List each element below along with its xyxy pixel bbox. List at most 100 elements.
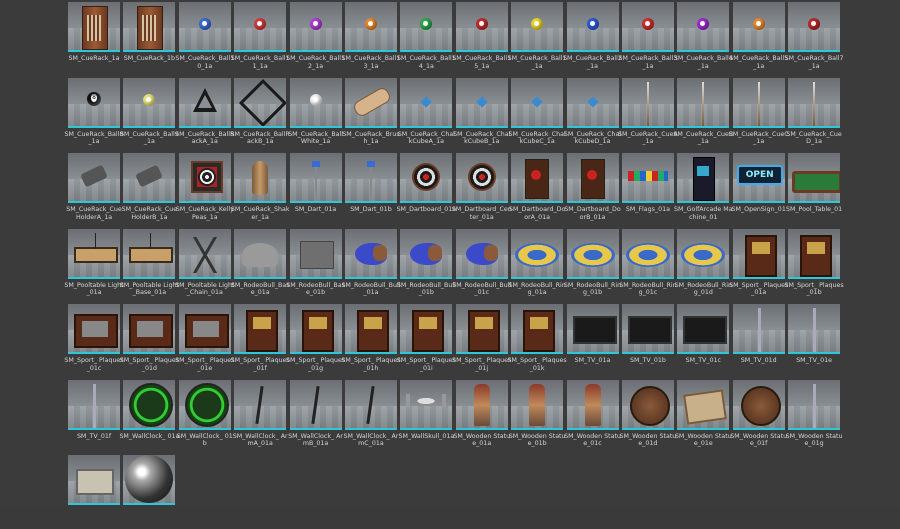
asset-tile[interactable]: SM_Dart_01b — [344, 151, 397, 226]
asset-tile[interactable]: SM_Sport_ Plaques_01f — [231, 302, 290, 377]
asset-tile[interactable]: SM_CueRack_Ball11_1a — [231, 0, 290, 75]
asset-thumbnail[interactable] — [788, 379, 841, 428]
asset-thumbnail[interactable] — [344, 304, 397, 352]
asset-thumbnail[interactable] — [178, 304, 231, 352]
asset-thumbnail[interactable] — [511, 379, 564, 428]
asset-tile[interactable]: SM_Flags_01a — [621, 151, 674, 226]
asset-tile[interactable]: SM_TV_01a — [566, 302, 619, 377]
asset-thumbnail[interactable] — [677, 2, 730, 50]
asset-thumbnail[interactable] — [68, 455, 120, 503]
asset-thumbnail[interactable] — [400, 77, 453, 126]
asset-thumbnail[interactable] — [455, 304, 508, 352]
asset-thumbnail[interactable] — [68, 379, 120, 428]
asset-tile[interactable]: SM_CueRack_ChalkCubeD_1a — [564, 76, 621, 151]
asset-thumbnail[interactable] — [123, 77, 176, 126]
asset-thumbnail[interactable] — [732, 304, 785, 352]
asset-tile[interactable]: SM_WallClock_ 01b — [177, 378, 233, 453]
asset-thumbnail[interactable] — [344, 379, 397, 428]
asset-tile[interactable]: SM_Sport_ Plaques_01g — [286, 302, 345, 377]
asset-tile[interactable]: SM_TV_01b — [621, 302, 674, 377]
asset-tile[interactable]: SM_Wooden Statue_01f — [730, 378, 787, 453]
asset-thumbnail[interactable] — [289, 77, 342, 126]
asset-thumbnail[interactable] — [234, 2, 287, 50]
asset-thumbnail[interactable] — [178, 153, 231, 201]
asset-thumbnail[interactable] — [621, 379, 674, 428]
asset-thumbnail[interactable] — [289, 379, 342, 428]
asset-tile[interactable]: SM_TV_01f — [68, 378, 120, 453]
asset-tile[interactable]: SM_CueRack_CueA_1a — [618, 76, 678, 151]
asset-thumbnail[interactable] — [455, 228, 508, 277]
asset-thumbnail[interactable] — [511, 153, 564, 201]
asset-tile[interactable]: SM_Pooltable Light_01a — [64, 227, 124, 302]
asset-tile[interactable]: SM_CueRack_Ball4_1a — [674, 0, 733, 75]
asset-thumbnail[interactable] — [400, 2, 453, 50]
asset-tile[interactable]: SM_CueRack_Ball15_1a — [452, 0, 511, 75]
asset-tile[interactable] — [68, 453, 120, 528]
asset-tile[interactable]: SM_Wooden Statue_01d — [620, 378, 676, 453]
asset-tile[interactable]: SM_CueRack_ChalkCubeA_1a — [398, 76, 455, 151]
asset-thumbnail[interactable] — [344, 228, 397, 277]
asset-tile[interactable]: SM_CueRack_1b — [123, 0, 176, 75]
asset-tile[interactable]: SM_CueRack_Ball14_1a — [397, 0, 456, 75]
asset-thumbnail[interactable] — [344, 2, 397, 50]
asset-thumbnail[interactable] — [732, 77, 785, 126]
asset-thumbnail[interactable] — [677, 77, 730, 126]
asset-tile[interactable]: SM_Sport_ Plaques_01j — [452, 302, 511, 377]
asset-thumbnail[interactable] — [123, 228, 176, 277]
asset-tile[interactable]: SM_WallClock_ ArmA_01a — [233, 378, 288, 453]
asset-tile[interactable]: SM_CueRack_CueD_1a — [786, 76, 842, 151]
asset-thumbnail[interactable] — [566, 304, 619, 352]
asset-tile[interactable]: SM_RodeoBull_Base_01a — [231, 227, 290, 302]
asset-thumbnail[interactable] — [621, 2, 674, 50]
asset-thumbnail[interactable] — [455, 379, 508, 428]
asset-tile[interactable]: SM_CueRack_Ball12_1a — [286, 0, 345, 75]
asset-thumbnail[interactable] — [289, 228, 342, 277]
asset-tile[interactable]: SM_CueRack_1a — [68, 0, 120, 75]
asset-thumbnail[interactable] — [788, 153, 841, 201]
asset-tile[interactable]: SM_Sport_ Plaques_01c — [64, 302, 124, 377]
asset-thumbnail[interactable] — [234, 228, 287, 277]
asset-tile[interactable]: SM_CueRack_Ball9_1a — [120, 76, 179, 151]
asset-tile[interactable]: SM_Wooden Statue_01e — [675, 378, 732, 453]
asset-tile[interactable]: SM_GolfArcade Machine_01 — [674, 151, 733, 226]
asset-thumbnail[interactable] — [178, 2, 231, 50]
asset-tile[interactable]: SM_RodeoBull_Ring_01b — [564, 227, 621, 302]
asset-thumbnail[interactable] — [566, 2, 619, 50]
asset-tile[interactable]: SM_RodeoBull_Ring_01d — [675, 227, 732, 302]
asset-thumbnail[interactable] — [455, 77, 508, 126]
asset-tile[interactable]: SM_CueRack_Shaker_1a — [231, 151, 290, 226]
asset-thumbnail[interactable] — [621, 228, 674, 277]
asset-thumbnail[interactable] — [677, 228, 730, 277]
asset-tile[interactable]: SM_WallClock_ ArmB_01a — [288, 378, 343, 453]
asset-tile[interactable]: SM_Wooden Statue_01c — [564, 378, 621, 453]
asset-thumbnail[interactable] — [788, 2, 841, 50]
asset-thumbnail[interactable] — [234, 379, 287, 428]
asset-tile[interactable]: SM_TV_01e — [788, 302, 841, 377]
asset-thumbnail[interactable]: OPEN — [732, 153, 785, 201]
asset-thumbnail[interactable] — [455, 153, 508, 201]
asset-thumbnail[interactable] — [400, 228, 453, 277]
asset-tile[interactable]: SM_Sport_ Plaques_01d — [120, 302, 179, 377]
asset-tile[interactable]: OPEN SM_OpenSign_01 — [732, 151, 786, 226]
asset-thumbnail[interactable] — [400, 379, 453, 428]
asset-tile[interactable]: SM_TV_01c — [677, 302, 730, 377]
asset-thumbnail[interactable] — [511, 2, 564, 50]
asset-thumbnail[interactable] — [234, 304, 287, 352]
asset-tile[interactable]: SM_RodeoBull_Bull_01c — [452, 227, 511, 302]
asset-tile[interactable]: SM_Sport_ Plaques_01b — [784, 227, 844, 302]
asset-thumbnail[interactable] — [123, 455, 176, 503]
asset-tile[interactable]: SM_RodeoBull_Ring_01a — [508, 227, 566, 302]
asset-thumbnail[interactable] — [566, 77, 619, 126]
asset-tile[interactable]: SM_CueRack_CueHolderB_1a — [122, 151, 177, 226]
asset-tile[interactable]: SM_Sport_ Plaques_01h — [341, 302, 401, 377]
asset-tile[interactable]: SM_CueRack_Ball13_1a — [342, 0, 400, 75]
asset-tile[interactable]: SM_CueRack_BallRackA_1a — [175, 76, 234, 151]
asset-thumbnail[interactable] — [123, 2, 176, 50]
asset-thumbnail[interactable] — [68, 77, 120, 126]
asset-tile[interactable]: SM_CueRack_Ball7_1a — [785, 0, 844, 75]
asset-tile[interactable]: SM_Sport_ Plaques_01e — [175, 302, 234, 377]
asset-tile[interactable]: SM_WallSkull_01a — [398, 378, 454, 453]
asset-tile[interactable]: SM_Wooden Statue_01a — [453, 378, 510, 453]
asset-thumbnail[interactable] — [344, 77, 397, 126]
asset-thumbnail[interactable] — [289, 153, 342, 201]
